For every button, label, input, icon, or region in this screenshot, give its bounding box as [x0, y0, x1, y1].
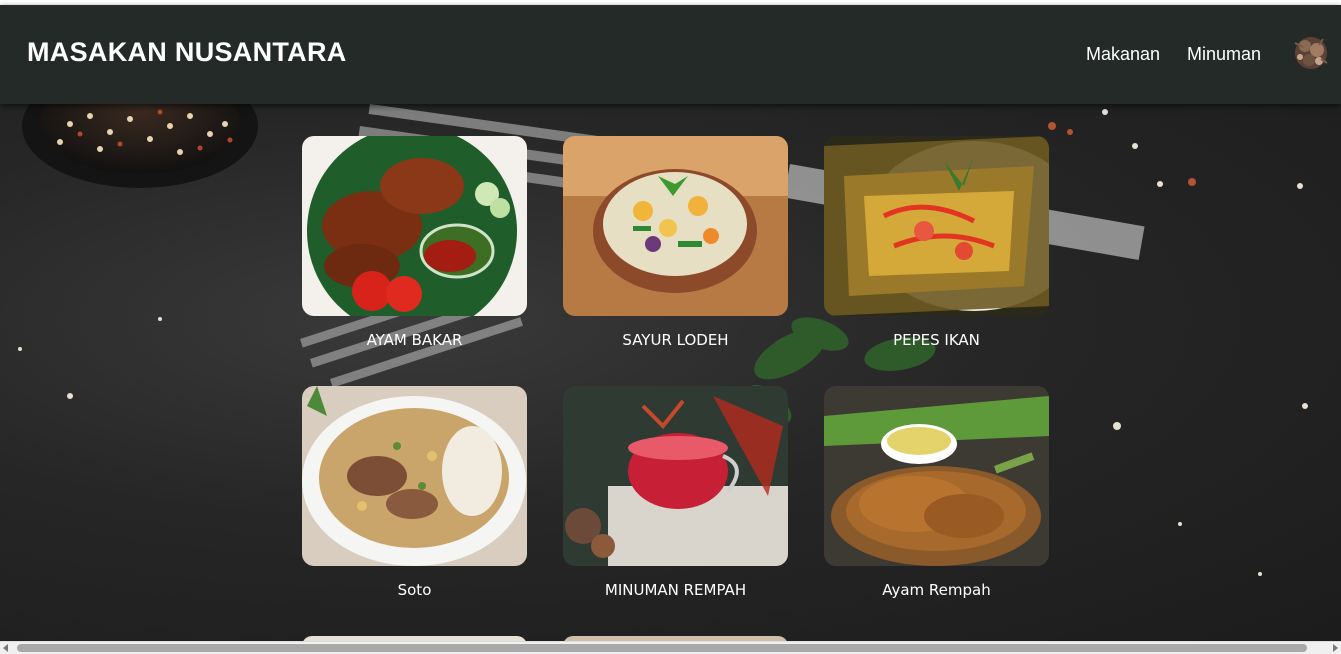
vegetable-curry-photo[interactable] — [563, 136, 788, 316]
scroll-right-icon[interactable] — [1333, 644, 1338, 652]
card-title[interactable]: Ayam Rempah — [824, 581, 1049, 599]
scroll-thumb[interactable] — [17, 644, 1307, 652]
nav-link-minuman[interactable]: Minuman — [1187, 44, 1261, 65]
soto-soup-photo[interactable] — [302, 386, 527, 566]
site-title[interactable]: MASAKAN NUSANTARA — [27, 37, 347, 68]
card-title[interactable]: PEPES IKAN — [824, 331, 1049, 349]
navbar: MASAKAN NUSANTARA Makanan Minuman — [0, 5, 1341, 104]
menu-section: AYAM BAKAR SAYUR LODEH PEPES IKAN Soto M… — [0, 104, 1341, 641]
horizontal-scrollbar[interactable] — [0, 641, 1341, 654]
card-title[interactable]: Soto — [302, 581, 527, 599]
grilled-chicken-photo[interactable] — [302, 136, 527, 316]
nav-link-makanan[interactable]: Makanan — [1086, 44, 1160, 65]
herbal-drink-photo[interactable] — [563, 386, 788, 566]
spiced-chicken-photo[interactable] — [824, 386, 1049, 566]
spice-logo-icon[interactable] — [1291, 33, 1331, 73]
card-title[interactable]: AYAM BAKAR — [302, 331, 527, 349]
card-title[interactable]: SAYUR LODEH — [563, 331, 788, 349]
card-title[interactable]: MINUMAN REMPAH — [563, 581, 788, 599]
scroll-left-icon[interactable] — [3, 644, 8, 652]
banana-leaf-fish-photo[interactable] — [824, 136, 1049, 316]
